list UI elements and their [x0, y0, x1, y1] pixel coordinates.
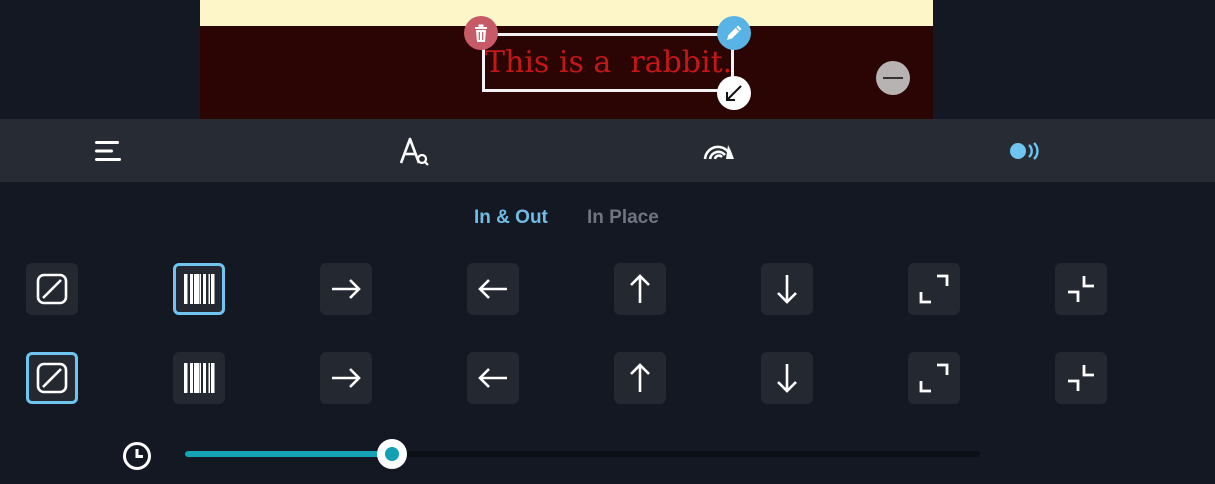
- animation-in-left-button[interactable]: [467, 263, 519, 315]
- animation-in-zoom-out-button[interactable]: [1055, 263, 1107, 315]
- resize-handle[interactable]: [717, 76, 751, 110]
- animation-in-wipe-button[interactable]: [173, 263, 225, 315]
- font-icon: [399, 137, 429, 166]
- align-tool-button[interactable]: [91, 133, 127, 169]
- text-box[interactable]: This is a rabbit.: [482, 33, 734, 92]
- animation-out-zoom-in-button[interactable]: [908, 352, 960, 404]
- pencil-icon: [727, 25, 742, 40]
- align-icon: [95, 141, 121, 161]
- tab-in-out[interactable]: In & Out: [474, 207, 548, 229]
- animation-in-up-button[interactable]: [614, 263, 666, 315]
- clock-icon: [123, 442, 151, 470]
- animation-icon: [1010, 142, 1039, 160]
- trash-icon: [475, 24, 487, 42]
- canvas-top-strip: [200, 0, 933, 26]
- animation-in-down-button[interactable]: [761, 263, 813, 315]
- text-content: This is a rabbit.: [485, 45, 733, 80]
- animation-out-right-button[interactable]: [320, 352, 372, 404]
- effects-icon: [703, 145, 734, 160]
- animation-out-down-button[interactable]: [761, 352, 813, 404]
- tab-in-place[interactable]: In Place: [587, 207, 659, 229]
- animation-out-none-button[interactable]: [26, 352, 78, 404]
- animation-tool-button[interactable]: [1006, 133, 1042, 169]
- slider-fill: [185, 451, 392, 457]
- animation-out-wipe-button[interactable]: [173, 352, 225, 404]
- animation-out-zoom-out-button[interactable]: [1055, 352, 1107, 404]
- edit-button[interactable]: [717, 16, 751, 50]
- animation-out-left-button[interactable]: [467, 352, 519, 404]
- duration-slider[interactable]: [185, 439, 980, 469]
- font-tool-button[interactable]: [396, 133, 432, 169]
- bottom-toolbar: [0, 119, 1215, 182]
- remove-layer-button[interactable]: [876, 61, 910, 95]
- resize-diagonal-icon: [726, 85, 742, 101]
- animation-in-right-button[interactable]: [320, 263, 372, 315]
- delete-button[interactable]: [464, 16, 498, 50]
- canvas-preview[interactable]: This is a rabbit.: [200, 0, 933, 119]
- animation-in-none-button[interactable]: [26, 263, 78, 315]
- slider-thumb[interactable]: [376, 439, 407, 469]
- effects-tool-button[interactable]: [701, 133, 737, 169]
- animation-out-up-button[interactable]: [614, 352, 666, 404]
- animation-in-zoom-in-button[interactable]: [908, 263, 960, 315]
